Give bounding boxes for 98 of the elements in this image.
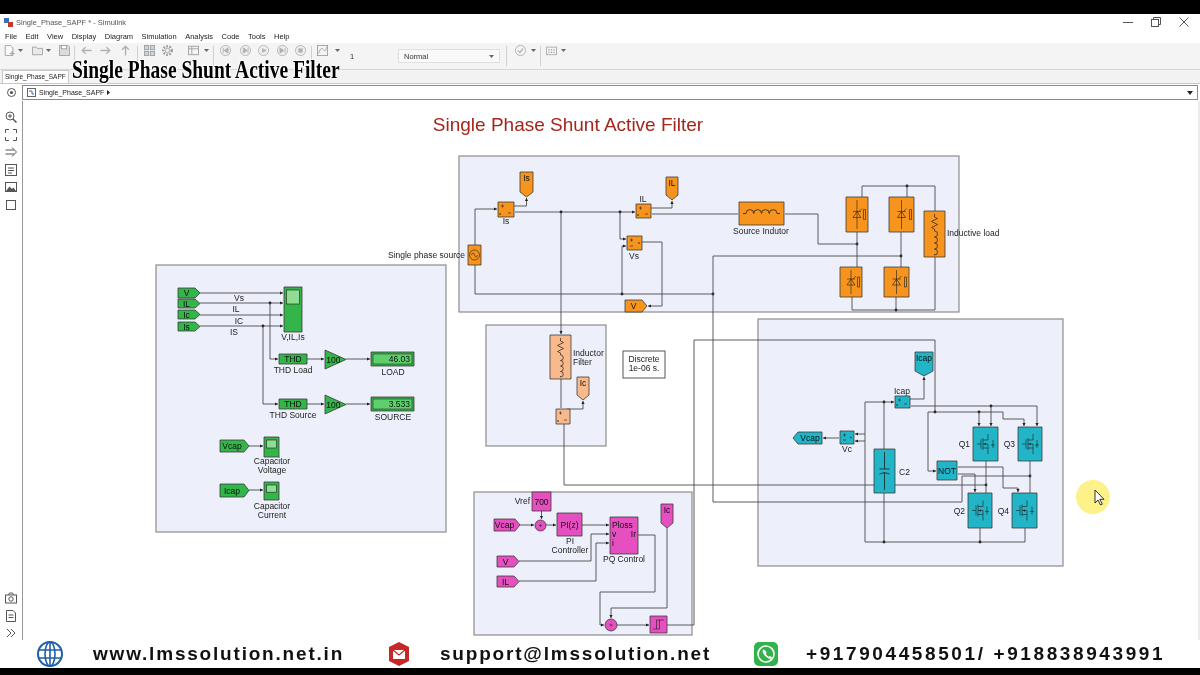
signal-line [545,523,557,527]
signal-tag: Icap [219,483,250,498]
close-icon[interactable] [1179,17,1189,27]
not-gate-block: NOT [936,460,958,481]
display-block: 3.533 [370,396,415,412]
dropdown-caret-icon[interactable] [1187,90,1193,95]
model-icon [27,88,36,97]
document-icon[interactable] [5,609,17,622]
signal-line [474,207,498,246]
block-label: Capacitor Voltage [253,456,291,475]
block-label: Inductor Filter [573,348,604,367]
check-circle-icon[interactable] [514,44,526,56]
overlay-title: Single Phase Shunt Active Filter [72,56,340,82]
caret-right-icon[interactable] [107,90,111,95]
annotation-icon[interactable] [5,163,17,176]
signal-line [519,523,535,527]
camera-icon[interactable] [5,592,17,604]
block-label: Vs [629,251,639,261]
signal-tag: Ic [177,309,201,320]
dot-grid-icon[interactable] [545,44,557,56]
signal-line [560,378,562,409]
signal-line [345,402,371,406]
block-label: THD Source [269,410,317,420]
block-label: V,IL,Is [281,332,305,342]
block-label: PQ Control [603,554,645,564]
signal-tag: Vcap [219,439,250,453]
signal-line [650,200,674,209]
signal-line [513,197,529,207]
block-label: IL [639,194,647,204]
signal-tag: V [624,299,648,313]
block-label: Q3 [1003,439,1015,449]
signal-line [248,444,264,448]
cursor-icon [1076,480,1110,514]
signal-tag: Icap [914,351,934,377]
caret-icon[interactable] [45,48,51,52]
signal-tag: Vcap [792,431,823,445]
signal-line [306,357,325,361]
signal-tag: V [496,555,520,568]
signal-line [306,402,325,406]
block-label: Q4 [997,506,1009,516]
thd-block: THD [278,398,308,410]
block-label: Single phase source [387,250,465,260]
pq-control-block: Ploss v i Ir [609,516,639,555]
image-icon[interactable] [5,181,17,193]
constant-block: 700 [531,491,552,512]
block-label: Q1 [958,439,970,449]
fit-view-icon[interactable] [5,128,17,141]
rectangle-icon[interactable] [5,198,17,211]
block-label: SOURCE [374,412,412,422]
block-label: PI Controller [551,536,589,555]
website-text: www.lmssolution.net.in [93,643,345,665]
caret-icon[interactable] [203,48,209,52]
signal-tag: Vcap [493,518,521,532]
thd-block: THD [278,353,308,365]
block-label: LOAD [381,367,405,377]
signal-tag: Ic [660,503,674,529]
signal-tag: Is [519,171,534,198]
caret-icon[interactable] [17,48,23,52]
block-label: C2 [899,467,910,477]
caret-icon[interactable] [334,48,340,52]
gain-block: 100 [324,349,347,370]
solver-block: Discrete 1e-06 s. [622,350,666,379]
signal-tag: Is [177,321,201,332]
gain-block: 100 [324,394,347,415]
app-icon [4,17,13,27]
diagram-title: Single Phase Shunt Active Filter [432,114,704,135]
signal-label: Vs [234,293,244,303]
double-chevron-icon[interactable] [5,627,17,639]
block-label: Icap [893,385,911,396]
block-label: Inductive load [947,228,1000,238]
signal-label: IC [234,315,244,326]
save-icon[interactable] [58,44,70,56]
signal-line [345,357,371,361]
zoom-icon[interactable] [5,111,17,123]
restore-icon[interactable] [1151,17,1161,27]
caret-icon [489,54,494,58]
signal-tag: IL [496,575,520,588]
signal-label: IS [230,327,238,337]
phone-text: +917904458501/ +918838943991 [806,643,1166,665]
email-text: support@lmssolution.net [440,643,712,665]
block-label: Is [502,216,510,226]
signal-tag: Ic [576,376,590,401]
signal-tag: IL [177,298,201,309]
target-icon[interactable] [6,88,16,97]
block-label: Vref [514,496,530,506]
block-label: Capacitor Current [253,501,291,520]
display-block: 46.03 [370,351,415,367]
signal-line [248,488,264,492]
caret-icon[interactable] [560,48,566,52]
caret-icon[interactable] [530,48,536,52]
block-label: Source Indutor [733,226,789,236]
block-label: Q2 [953,506,965,516]
signal-label: IL [232,304,240,314]
signal-tag: IL [665,176,679,201]
signal-tag: V [177,287,201,299]
block-label: Vc [842,444,852,454]
pi-controller-block: PI(z) [556,512,583,537]
block-label: THD Load [273,365,313,375]
